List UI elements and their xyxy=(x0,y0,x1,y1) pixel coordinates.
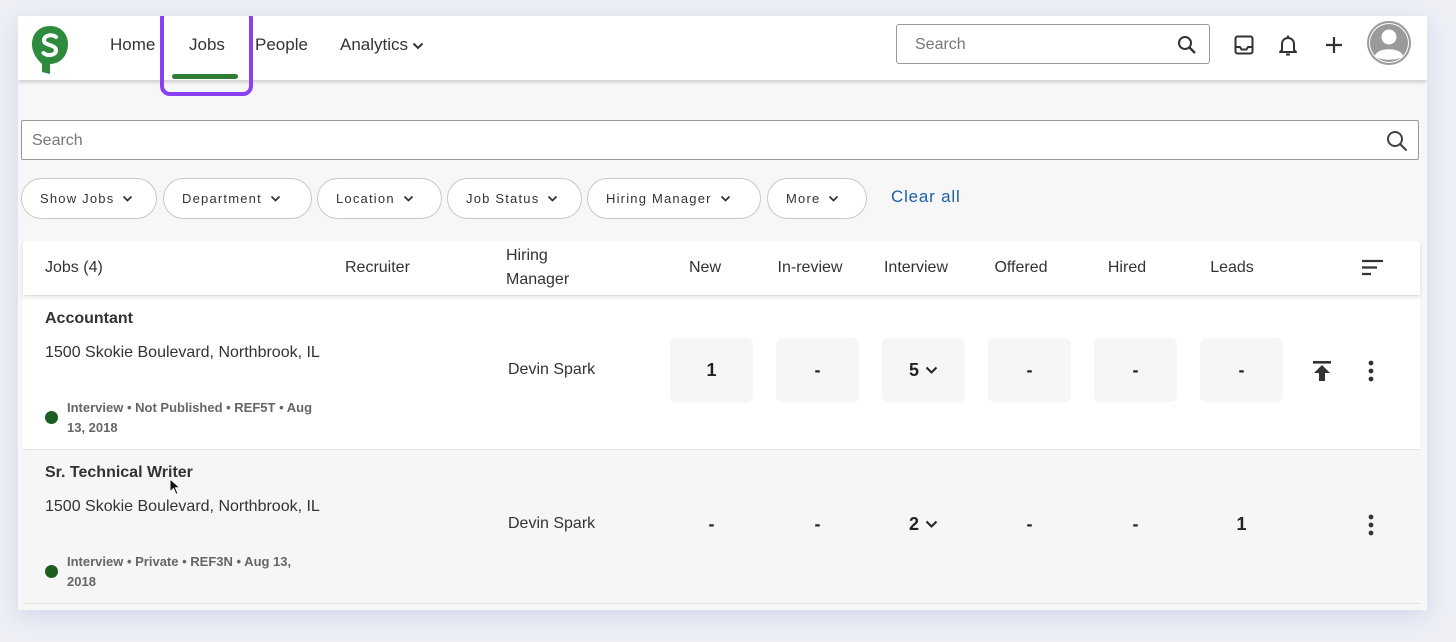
count-offered: - xyxy=(988,338,1071,402)
filter-job-status-label: Job Status xyxy=(466,191,540,206)
count-in-review: - xyxy=(776,338,859,402)
count-new: - xyxy=(670,492,753,556)
filter-show-jobs[interactable]: Show Jobs xyxy=(21,178,157,219)
filter-hiring-manager-label: Hiring Manager xyxy=(606,191,712,206)
global-search-input[interactable] xyxy=(915,34,1165,56)
top-navigation-bar: Home Jobs People Analytics xyxy=(18,16,1427,80)
nav-jobs[interactable]: Jobs xyxy=(189,34,225,62)
chevron-down-icon xyxy=(270,195,281,202)
count-new-value: 1 xyxy=(706,359,717,380)
nav-people[interactable]: People xyxy=(255,34,308,62)
count-hired-value: - xyxy=(1132,513,1139,534)
nav-analytics-label: Analytics xyxy=(340,35,409,54)
count-leads[interactable]: 1 xyxy=(1200,492,1283,556)
chevron-down-icon xyxy=(123,195,133,202)
column-header-leads[interactable]: Leads xyxy=(1179,256,1285,280)
brand-logo-icon[interactable] xyxy=(30,24,70,76)
chevron-down-icon xyxy=(412,42,424,49)
app-frame: Home Jobs People Analytics Search Search… xyxy=(18,16,1427,610)
count-leads-value: - xyxy=(1238,359,1245,380)
filter-department[interactable]: Department xyxy=(163,178,312,219)
count-new-value: - xyxy=(708,513,715,534)
count-leads-value: 1 xyxy=(1236,513,1247,534)
clear-all-filters-link[interactable]: Clear all xyxy=(891,187,961,207)
count-interview[interactable]: 2 xyxy=(882,492,965,556)
filter-more[interactable]: More xyxy=(767,178,867,219)
chevron-down-icon xyxy=(925,520,938,528)
sort-icon[interactable] xyxy=(1361,259,1385,277)
filter-department-label: Department xyxy=(182,191,262,206)
nav-analytics[interactable]: Analytics xyxy=(340,34,424,62)
count-interview-value: 5 xyxy=(908,359,919,380)
count-offered-value: - xyxy=(1026,359,1033,380)
jobs-search-input[interactable] xyxy=(32,130,1352,152)
count-in-review-value: - xyxy=(814,359,821,380)
hiring-manager-name: Devin Spark xyxy=(508,515,596,532)
plus-icon[interactable] xyxy=(1322,33,1346,57)
search-icon[interactable] xyxy=(1177,35,1197,55)
filter-more-label: More xyxy=(786,191,821,206)
filter-location[interactable]: Location xyxy=(317,178,442,219)
job-location: 1500 Skokie Boulevard, Northbrook, IL xyxy=(45,498,320,515)
job-location: 1500 Skokie Boulevard, Northbrook, IL xyxy=(45,344,320,361)
kebab-menu-icon[interactable] xyxy=(1367,360,1375,382)
kebab-menu-icon[interactable] xyxy=(1367,514,1375,536)
column-header-recruiter[interactable]: Recruiter xyxy=(345,256,410,280)
column-header-new[interactable]: New xyxy=(652,256,758,280)
column-header-offered[interactable]: Offered xyxy=(968,256,1074,280)
global-search-box xyxy=(896,24,1210,64)
status-dot xyxy=(45,411,58,424)
column-header-jobs[interactable]: Jobs (4) xyxy=(45,256,103,280)
chevron-down-icon xyxy=(720,195,730,202)
count-leads: - xyxy=(1200,338,1283,402)
filter-job-status[interactable]: Job Status xyxy=(447,178,582,219)
count-interview[interactable]: 5 xyxy=(882,338,965,402)
jobs-search-box xyxy=(21,120,1419,160)
inbox-icon[interactable] xyxy=(1232,33,1256,57)
jobs-table-header: Jobs (4) Recruiter Hiring Manager New In… xyxy=(23,241,1420,295)
filter-hiring-manager[interactable]: Hiring Manager xyxy=(587,178,761,219)
filter-show-jobs-label: Show Jobs xyxy=(40,191,115,206)
chevron-down-icon xyxy=(925,366,938,374)
nav-jobs-active-indicator xyxy=(172,74,238,79)
count-offered: - xyxy=(988,492,1071,556)
chevron-down-icon xyxy=(403,195,413,202)
count-offered-value: - xyxy=(1026,513,1033,534)
count-in-review: - xyxy=(776,492,859,556)
table-row[interactable]: Sr. Technical Writer 1500 Skokie Bouleva… xyxy=(23,450,1420,604)
count-new[interactable]: 1 xyxy=(670,338,753,402)
chevron-down-icon xyxy=(548,195,558,202)
count-in-review-value: - xyxy=(814,513,821,534)
publish-icon[interactable] xyxy=(1312,360,1332,382)
count-hired: - xyxy=(1094,338,1177,402)
count-interview-value: 2 xyxy=(908,513,919,534)
column-header-hired[interactable]: Hired xyxy=(1074,256,1180,280)
column-header-hiring-manager[interactable]: Hiring Manager xyxy=(506,244,596,292)
count-hired: - xyxy=(1094,492,1177,556)
column-header-interview[interactable]: Interview xyxy=(863,256,969,280)
bell-icon[interactable] xyxy=(1276,33,1300,57)
count-hired-value: - xyxy=(1132,359,1139,380)
hiring-manager-name: Devin Spark xyxy=(508,361,596,378)
mouse-cursor-icon xyxy=(169,478,181,496)
search-icon[interactable] xyxy=(1386,130,1408,152)
chevron-down-icon xyxy=(829,195,839,202)
filter-location-label: Location xyxy=(336,191,395,206)
avatar-icon[interactable] xyxy=(1366,20,1412,66)
job-meta: Interview • Private • REF3N • Aug 13, 20… xyxy=(67,554,292,589)
job-meta: Interview • Not Published • REF5T • Aug … xyxy=(67,400,313,435)
nav-home[interactable]: Home xyxy=(110,34,155,62)
table-row[interactable]: Accountant 1500 Skokie Boulevard, Northb… xyxy=(23,296,1420,450)
column-header-in-review[interactable]: In-review xyxy=(757,256,863,280)
job-title[interactable]: Accountant xyxy=(45,310,133,328)
status-dot xyxy=(45,565,58,578)
